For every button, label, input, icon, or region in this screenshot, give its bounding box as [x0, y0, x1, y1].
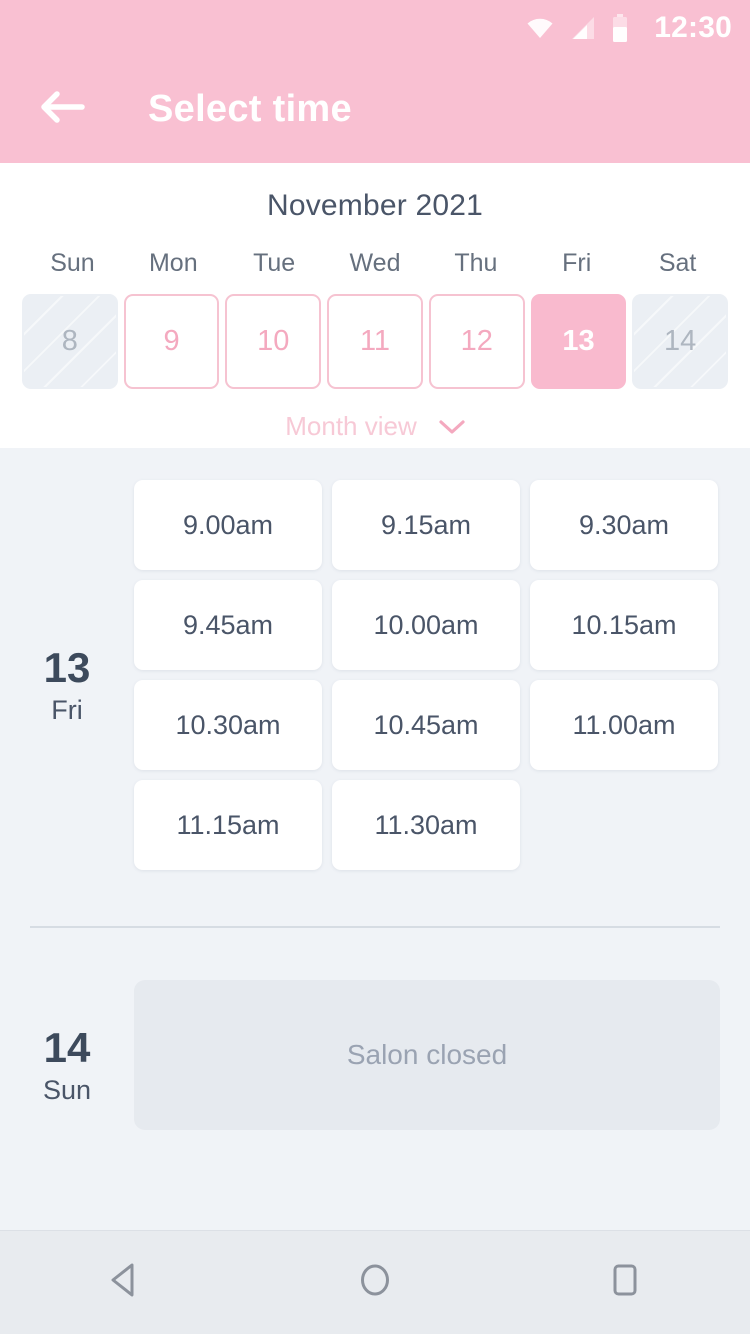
weekday-label: Wed	[349, 249, 401, 277]
calendar-month-title: November 2021	[266, 189, 484, 222]
back-triangle-icon	[107, 1261, 143, 1304]
schedule-day-group-closed: 14 Sun Salon closed	[0, 980, 750, 1130]
calendar-panel: November 2021 Sun Mon Tue Wed Thu Fri Sa…	[0, 163, 750, 448]
nav-recents-button[interactable]	[580, 1248, 670, 1318]
nav-back-button[interactable]	[80, 1248, 170, 1318]
calendar-day-cell[interactable]: 12	[428, 294, 525, 389]
recents-square-icon	[608, 1261, 642, 1304]
weekday-label: Sun	[50, 249, 95, 277]
time-slot[interactable]: 9.00am	[134, 480, 322, 570]
time-slot[interactable]: 11.15am	[134, 780, 322, 870]
calendar-days-row: 8 9 10 11 12 13 14	[0, 294, 750, 389]
time-slot[interactable]: 10.00am	[332, 580, 520, 670]
back-arrow-icon	[38, 89, 86, 130]
weekday-label: Fri	[562, 249, 592, 277]
weekday-label: Thu	[454, 249, 498, 277]
android-nav-bar	[0, 1230, 750, 1334]
schedule-day-number: 14	[43, 1024, 91, 1072]
schedule-day-label: 14 Sun	[0, 980, 134, 1130]
schedule-day-label: 13 Fri	[0, 480, 134, 870]
wifi-icon	[526, 17, 554, 39]
status-bar: 12:30	[0, 0, 750, 56]
home-circle-icon	[356, 1260, 394, 1305]
time-slot[interactable]: 9.30am	[530, 480, 718, 570]
cellular-signal-icon	[570, 16, 596, 40]
time-slot[interactable]: 9.45am	[134, 580, 322, 670]
app-bar: Select time	[0, 56, 750, 163]
schedule-divider	[30, 926, 720, 928]
calendar-day-cell: 8	[22, 294, 118, 389]
time-slot[interactable]: 9.15am	[332, 480, 520, 570]
time-slot[interactable]: 11.00am	[530, 680, 718, 770]
battery-icon	[612, 14, 628, 42]
schedule-region: 13 Fri 9.00am 9.15am 9.30am 9.45am 10.00…	[0, 448, 750, 1230]
time-slot[interactable]: 10.30am	[134, 680, 322, 770]
calendar-day-cell-selected[interactable]: 13	[530, 294, 627, 389]
back-button[interactable]	[34, 82, 90, 138]
calendar-day-cell: 14	[632, 294, 729, 389]
schedule-day-group: 13 Fri 9.00am 9.15am 9.30am 9.45am 10.00…	[0, 480, 750, 870]
calendar-day-cell[interactable]: 11	[327, 294, 423, 389]
calendar-day-cell[interactable]: 9	[123, 294, 220, 389]
phone-screen: 12:30 Select time November 2021 Sun Mon …	[0, 0, 750, 1334]
time-slot[interactable]: 11.30am	[332, 780, 520, 870]
nav-home-button[interactable]	[330, 1248, 420, 1318]
schedule-day-weekday: Fri	[51, 694, 83, 725]
calendar-day-cell[interactable]: 10	[225, 294, 322, 389]
chevron-down-icon	[439, 419, 465, 435]
weekday-label: Tue	[253, 249, 296, 277]
month-view-label: Month view	[285, 411, 417, 441]
salon-closed-banner: Salon closed	[134, 980, 720, 1130]
weekday-label: Mon	[148, 249, 198, 277]
month-view-toggle[interactable]: Month view	[0, 411, 750, 442]
weekday-label: Sat	[658, 249, 697, 277]
time-slot-grid: 9.00am 9.15am 9.30am 9.45am 10.00am 10.1…	[134, 480, 720, 870]
status-bar-clock: 12:30	[654, 11, 732, 44]
schedule-day-weekday: Sun	[42, 1074, 92, 1105]
time-slot[interactable]: 10.45am	[332, 680, 520, 770]
weekday-header-row: Sun Mon Tue Wed Thu Fri Sat	[0, 249, 750, 278]
status-icons: 12:30	[526, 13, 732, 43]
page-title: Select time	[148, 88, 352, 130]
schedule-day-number: 13	[43, 644, 91, 692]
time-slot[interactable]: 10.15am	[530, 580, 718, 670]
